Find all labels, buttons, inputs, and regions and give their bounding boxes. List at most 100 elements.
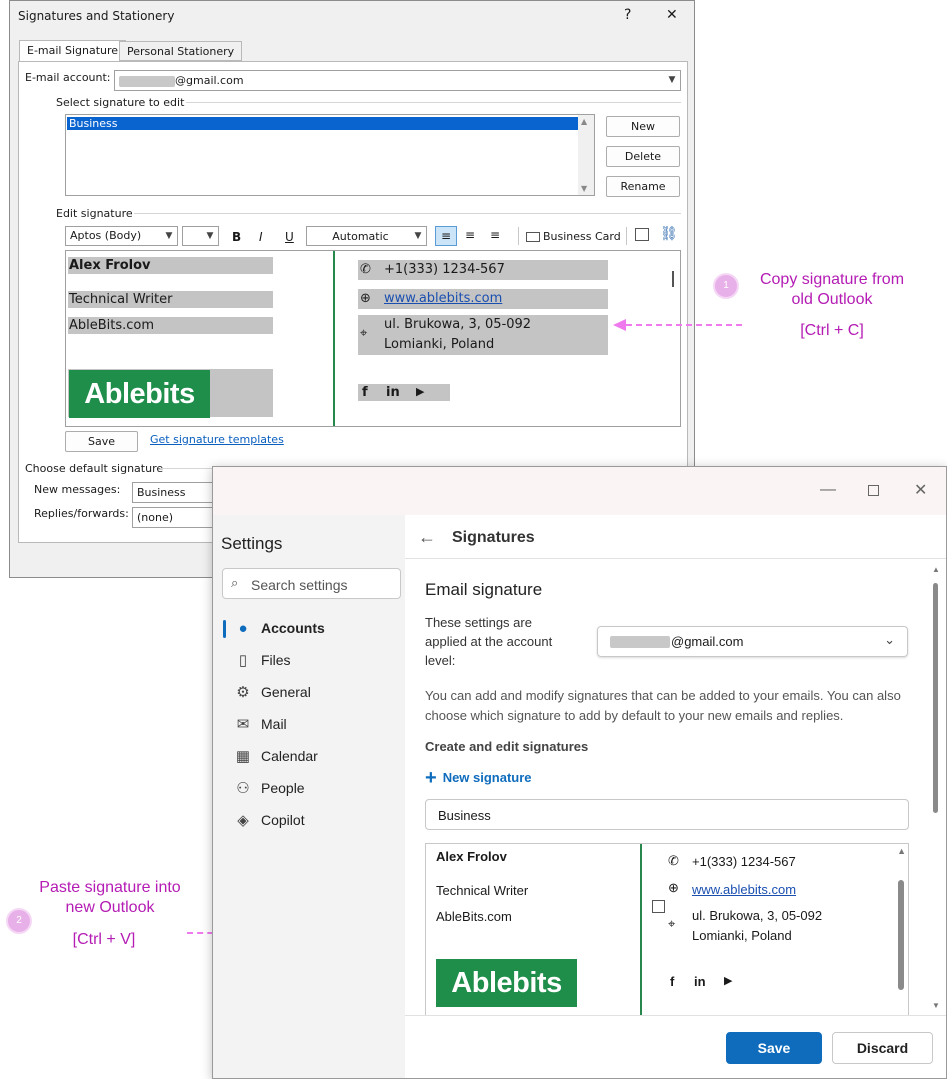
tab-personal-stationery[interactable]: Personal Stationery [119,41,243,61]
get-templates-link[interactable]: Get signature templates [150,433,284,446]
maximize-icon[interactable] [868,485,879,496]
page-scrollbar-thumb[interactable] [933,583,938,813]
nav-item-calendar[interactable]: ▦ Calendar [233,740,318,772]
delete-button[interactable]: Delete [606,146,680,167]
scroll-down-icon[interactable]: ▼ [932,1001,940,1010]
signature-company: AbleBits.com [436,909,512,924]
signature-address-line2: Lomianki, Poland [384,337,495,352]
location-icon: ⌖ [360,326,368,341]
font-select[interactable]: Aptos (Body) ▼ [65,226,178,246]
editor-scrollbar-thumb[interactable] [898,880,904,990]
blurred-username [610,636,670,648]
replies-forwards-select[interactable]: (none) [132,507,214,528]
divider [134,213,681,214]
search-icon: ⌕ [231,575,239,590]
scroll-up-icon[interactable]: ▲ [897,846,906,856]
discard-button[interactable]: Discard [832,1032,933,1064]
facebook-icon[interactable]: f [670,974,674,989]
account-dropdown[interactable]: @gmail.com ⌄ [597,626,908,657]
signature-name-value: Business [438,808,491,823]
new-signature-button[interactable]: + New signature [425,767,532,790]
new-messages-select[interactable]: Business [132,482,214,503]
selection-highlight [358,384,450,401]
plus-icon: + [425,767,437,789]
underline-button[interactable]: U [285,230,294,244]
rename-button[interactable]: Rename [606,176,680,197]
close-icon[interactable]: ✕ [914,480,927,500]
color-select[interactable]: Automatic ▼ [306,226,427,246]
nav-item-copilot[interactable]: ◈ Copilot [233,804,304,836]
facebook-icon[interactable]: f [362,385,368,400]
blurred-username [119,75,175,87]
people-icon: ⚇ [236,780,250,797]
signature-website[interactable]: www.ablebits.com [384,291,502,306]
list-item[interactable]: Business [67,117,579,130]
toolbar-separator [518,227,519,245]
signature-website[interactable]: www.ablebits.com [692,882,796,897]
minimize-icon[interactable]: — [820,481,836,499]
business-card-button[interactable]: Business Card [526,230,621,243]
new-button[interactable]: New [606,116,680,137]
bold-button[interactable]: B [232,230,241,244]
hyperlink-icon[interactable]: ⛓ [660,226,678,242]
signature-name: Alex Frolov [69,258,151,273]
step-2-line-2: new Outlook [65,899,155,916]
nav-item-general[interactable]: ⚙ General [233,676,311,708]
signature-name-input[interactable]: Business [425,799,909,830]
step-2-text: Paste signature into new Outlook [Ctrl +… [28,878,192,950]
section-title: Email signature [425,580,543,599]
person-icon: ● [238,620,248,637]
signature-phone: +1(333) 1234-567 [692,854,796,869]
nav-label: Calendar [261,748,318,764]
page-title: Signatures [452,529,535,546]
signature-editor[interactable]: Alex Frolov Technical Writer AbleBits.co… [65,250,681,427]
save-button[interactable]: Save [726,1032,822,1064]
close-icon[interactable]: ✕ [666,7,678,23]
email-account-select[interactable]: @gmail.com ▼ [114,70,681,91]
email-account-label: E-mail account: [25,71,111,84]
business-card-icon [526,232,540,242]
nav-item-accounts[interactable]: ● Accounts [233,612,324,644]
insert-picture-icon[interactable] [635,228,649,241]
signature-company: AbleBits.com [69,318,155,333]
nav-item-files[interactable]: ▯ Files [233,644,291,676]
mail-icon: ✉ [236,716,250,733]
new-signature-label: New signature [442,770,532,785]
align-center-icon[interactable]: ≡ [465,228,475,242]
linkedin-icon[interactable]: in [694,974,706,989]
search-settings-input[interactable]: ⌕ Search settings [222,568,401,599]
scroll-down-icon[interactable]: ▼ [581,184,587,193]
nav-item-people[interactable]: ⚇ People [233,772,304,804]
list-scrollbar[interactable]: ▲ ▼ [578,115,594,195]
step-1-keys: [Ctrl + C] [800,322,864,339]
linkedin-icon[interactable]: in [386,385,400,400]
color-value: Automatic [332,230,389,243]
italic-button[interactable]: I [259,230,263,244]
align-left-icon[interactable]: ≡ [435,226,457,246]
tab-email-signature[interactable]: E-mail Signature [19,40,127,62]
step-1-arrow-head [613,319,626,331]
save-button[interactable]: Save [65,431,138,452]
editor-scrollbar[interactable] [672,271,674,287]
youtube-icon[interactable]: ▶ [724,974,732,987]
back-arrow-icon[interactable]: ← [418,527,436,548]
table-handle-checkbox[interactable] [652,900,665,913]
email-account-value: @gmail.com [175,74,244,87]
signature-list[interactable]: Business ▲ ▼ [65,114,595,196]
settings-title: Settings [221,534,283,553]
youtube-icon[interactable]: ▶ [416,385,424,398]
replies-forwards-label: Replies/forwards: [34,507,129,520]
font-size-select[interactable]: ▼ [182,226,219,246]
copilot-icon: ◈ [237,812,249,829]
account-level-text: These settings are applied at the accoun… [425,615,553,668]
new-signature-editor[interactable]: Alex Frolov Technical Writer AbleBits.co… [425,843,909,1015]
globe-icon: ⊕ [668,880,679,895]
nav-label: Mail [261,716,287,732]
align-right-icon[interactable]: ≡ [490,228,500,242]
scroll-up-icon[interactable]: ▲ [581,117,587,126]
help-button[interactable]: ? [624,7,631,23]
step-1-badge: 1 [713,273,739,299]
scroll-up-icon[interactable]: ▲ [932,565,940,574]
nav-item-mail[interactable]: ✉ Mail [233,708,287,740]
step-2-keys: [Ctrl + V] [72,931,136,948]
